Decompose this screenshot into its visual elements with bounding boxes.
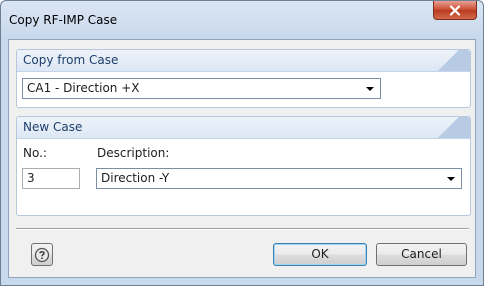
title-bar: Copy RF-IMP Case [1, 1, 483, 39]
case-number-input[interactable]: 3 [22, 168, 80, 189]
case-number-value: 3 [27, 171, 35, 185]
copy-from-case-select[interactable]: CA1 - Direction +X [22, 78, 381, 99]
copy-from-case-group: Copy from Case CA1 - Direction +X [16, 49, 471, 108]
cancel-button[interactable]: Cancel [376, 243, 467, 266]
ok-button[interactable]: OK [273, 243, 367, 266]
description-select[interactable]: Direction -Y [96, 168, 462, 189]
description-label: Description: [97, 146, 170, 160]
chevron-down-icon [366, 87, 374, 91]
help-button[interactable] [31, 243, 53, 266]
divider [16, 228, 469, 230]
copy-from-case-header: Copy from Case [17, 50, 470, 72]
dialog-window: Copy RF-IMP Case Copy from Case CA1 - Di… [0, 0, 484, 286]
new-case-group: New Case No.: Description: 3 Direction -… [16, 116, 471, 216]
chevron-down-icon [447, 177, 455, 181]
copy-from-case-value: CA1 - Direction +X [27, 81, 140, 95]
help-icon [34, 247, 50, 263]
description-value: Direction -Y [101, 171, 170, 185]
dialog-client-area: Copy from Case CA1 - Direction +X New Ca… [8, 39, 476, 278]
number-label: No.: [23, 146, 47, 160]
close-button[interactable] [433, 1, 477, 20]
new-case-header: New Case [17, 117, 470, 139]
window-title: Copy RF-IMP Case [9, 13, 118, 27]
close-icon [449, 4, 461, 16]
